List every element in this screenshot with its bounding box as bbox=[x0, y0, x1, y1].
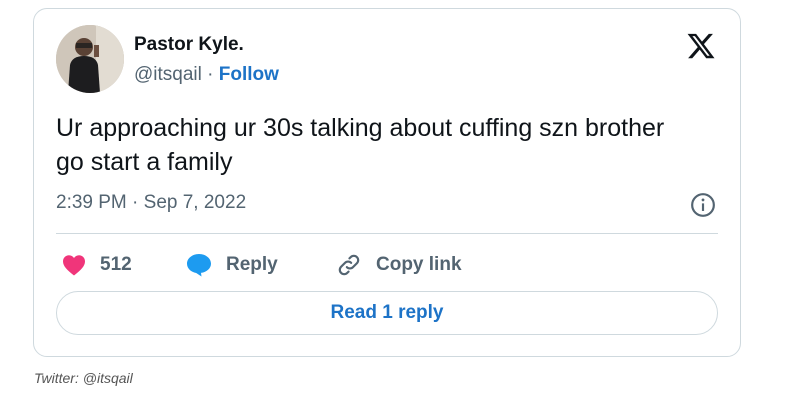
copy-link-button[interactable]: Copy link bbox=[336, 247, 462, 283]
follow-button[interactable]: Follow bbox=[219, 64, 279, 85]
info-icon[interactable] bbox=[690, 192, 716, 218]
handle-separator: · bbox=[201, 64, 219, 85]
author-name[interactable]: Pastor Kyle. bbox=[134, 34, 244, 56]
tweet-timestamp[interactable]: 2:39 PM · Sep 7, 2022 bbox=[56, 192, 246, 214]
tweet-text: Ur approaching ur 30s talking about cuff… bbox=[56, 114, 665, 176]
timestamp-separator: · bbox=[126, 192, 144, 213]
reply-button[interactable]: Reply bbox=[186, 247, 278, 283]
speech-bubble-icon bbox=[187, 254, 211, 277]
tweet-time: 2:39 PM bbox=[56, 192, 127, 213]
handle-line: @itsqail · Follow bbox=[134, 64, 279, 86]
reply-label: Reply bbox=[226, 254, 278, 275]
read-replies-button[interactable]: Read 1 reply bbox=[56, 291, 718, 335]
copy-link-label: Copy link bbox=[376, 254, 462, 275]
link-icon bbox=[338, 254, 360, 276]
tweet-date: Sep 7, 2022 bbox=[143, 192, 247, 213]
action-bar: 512 Reply Copy link bbox=[56, 247, 716, 283]
author-handle[interactable]: @itsqail bbox=[134, 64, 202, 85]
heart-icon bbox=[63, 255, 85, 276]
divider bbox=[56, 233, 718, 234]
image-caption: Twitter: @itsqail bbox=[34, 370, 133, 386]
tweet-card: Pastor Kyle. @itsqail · Follow Ur approa… bbox=[33, 8, 741, 357]
like-count: 512 bbox=[100, 254, 132, 275]
avatar-image bbox=[56, 25, 124, 93]
like-button[interactable]: 512 bbox=[62, 247, 132, 283]
x-logo-icon[interactable] bbox=[686, 31, 716, 61]
avatar[interactable] bbox=[56, 25, 124, 93]
tweet-header: Pastor Kyle. @itsqail · Follow bbox=[56, 25, 696, 95]
